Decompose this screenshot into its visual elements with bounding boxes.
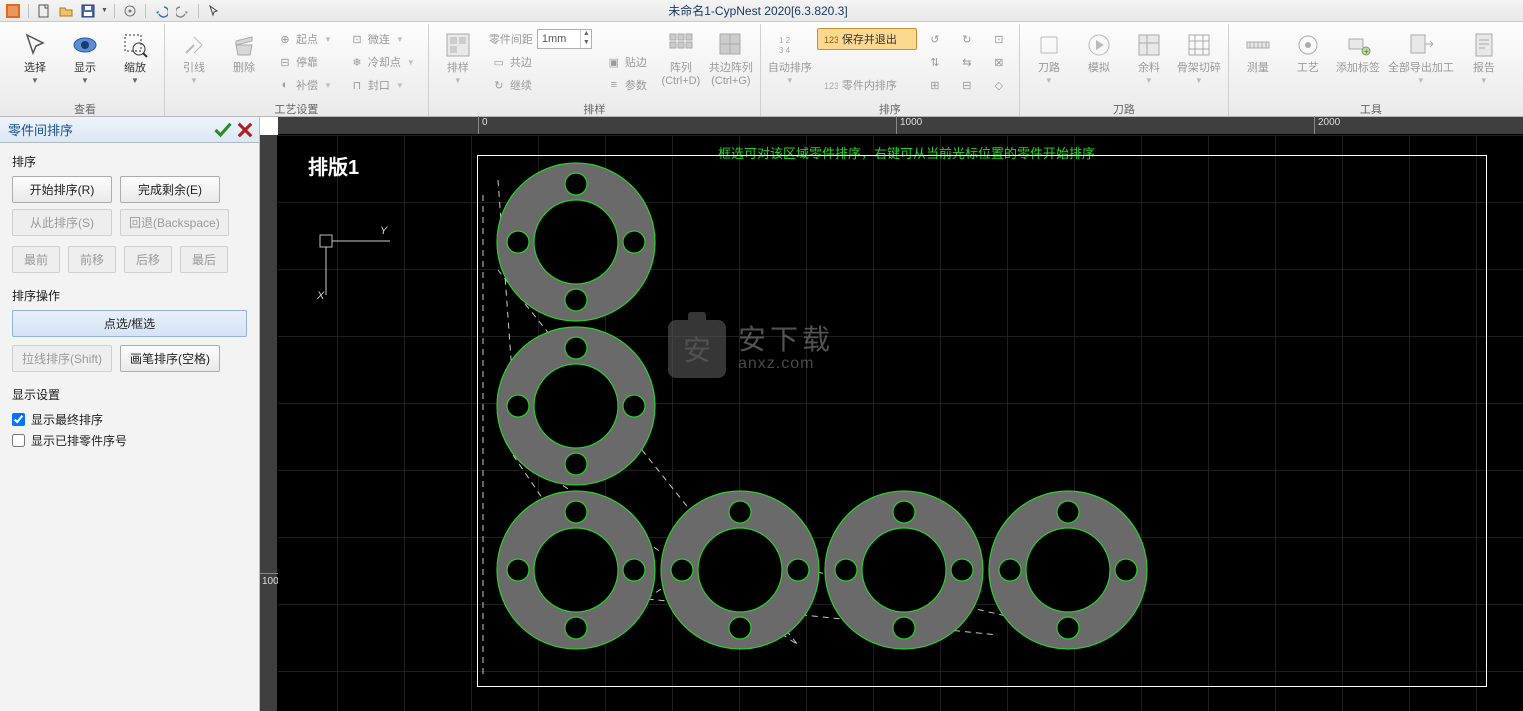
backspace-button: 回退(Backspace) <box>120 209 229 236</box>
nest-aux2: ⇅ <box>921 51 949 73</box>
confirm-icon[interactable] <box>213 120 233 140</box>
coedge-array-button: 共边阵列(Ctrl+G) <box>708 28 754 100</box>
nest-aux3: ⊞ <box>921 74 949 96</box>
auto-sort-button: 1 23 4 自动排序▼ <box>767 28 813 100</box>
undo-icon[interactable] <box>152 2 170 20</box>
panel-title: 零件间排序 <box>8 120 211 139</box>
params-button: ≡参数 <box>600 74 654 96</box>
pick-select-button[interactable]: 点选/框选 <box>12 310 247 337</box>
nest-aux9: ◇ <box>985 74 1013 96</box>
first-button: 最前 <box>12 246 60 273</box>
open-file-icon[interactable] <box>57 2 75 20</box>
seal-button: ⊓封口▼ <box>343 74 422 96</box>
remnant-button: 余料▼ <box>1126 28 1172 100</box>
part-flange[interactable] <box>495 325 657 487</box>
nest-aux1: ↺ <box>921 28 949 50</box>
continue-button: ↻继续 <box>485 74 596 96</box>
display-button[interactable]: 显示▼ <box>62 28 108 100</box>
spinner-up-icon[interactable]: ▲ <box>580 30 592 39</box>
frame-cut-button: 骨架切碎▼ <box>1176 28 1222 100</box>
sort-button: 排样▼ <box>435 28 481 100</box>
svg-text:+: + <box>1364 47 1369 56</box>
group-nest: 1 23 4 自动排序▼ 123保存并退出 123零件内排序 ↺ ⇅ ⊞ ↻ ⇆… <box>761 24 1020 116</box>
startpoint-button: ⊕起点▼ <box>271 28 339 50</box>
window-title: 未命名1-CypNest 2020[6.3.820.3] <box>223 2 1293 19</box>
addtag-button: +添加标签 <box>1335 28 1381 100</box>
part-flange[interactable] <box>659 489 821 651</box>
group-path: 刀路▼ 模拟 余料▼ 骨架切碎▼ 刀路 <box>1020 24 1229 116</box>
save-exit-button[interactable]: 123保存并退出 <box>817 28 917 50</box>
section-ops: 排序操作 <box>12 287 247 304</box>
toolpath-button: 刀路▼ <box>1026 28 1072 100</box>
part-spacing[interactable]: 零件间距 ▲▼ <box>485 28 596 50</box>
part-flange[interactable] <box>823 489 985 651</box>
inner-sort-button: 123零件内排序 <box>817 74 917 96</box>
new-file-icon[interactable] <box>35 2 53 20</box>
svg-text:123: 123 <box>824 35 838 45</box>
quick-access-toolbar: ▼ <box>0 2 223 20</box>
side-panel: 零件间排序 排序 开始排序(R) 完成剩余(E) 从此排序(S) 回退(Back… <box>0 117 260 711</box>
nest-aux4: ↻ <box>953 28 981 50</box>
show-final-checkbox[interactable]: 显示最终排序 <box>12 409 247 430</box>
svg-text:3 4: 3 4 <box>779 46 791 55</box>
group-tool: 测量 工艺 +添加标签 全部导出加工▼ 报告▼ 工具 <box>1229 24 1513 116</box>
section-sort: 排序 <box>12 153 247 170</box>
group-process: 引线▼ 删除 ⊕起点▼ ⊟停靠 ◐补偿▼ ⊡微连▼ ❄冷却点▼ ⊓封口▼ 工艺设… <box>165 24 429 116</box>
tech-button: 工艺 <box>1285 28 1331 100</box>
drawing-canvas[interactable]: 排版1 框选可对该区域零件排序，右键可从当前光标位置的零件开始排序 Y X <box>278 135 1523 711</box>
part-flange[interactable] <box>987 489 1149 651</box>
report-button: 报告▼ <box>1461 28 1507 100</box>
redo-icon[interactable] <box>174 2 192 20</box>
lead-button: 引线▼ <box>171 28 217 100</box>
cursor-icon[interactable] <box>205 2 223 20</box>
array-button: 阵列(Ctrl+D) <box>658 28 704 100</box>
next-button: 后移 <box>124 246 172 273</box>
app-icon[interactable] <box>4 2 22 20</box>
measure-button: 测量 <box>1235 28 1281 100</box>
ruler-horizontal: 0 1000 2000 <box>278 117 1523 135</box>
line-sort-button: 拉线排序(Shift) <box>12 345 112 372</box>
coedge-button: ▭共边 <box>485 51 596 73</box>
ruler-vertical: 1000 <box>260 135 278 711</box>
nest-aux7: ⊡ <box>985 28 1013 50</box>
svg-text:1 2: 1 2 <box>779 36 791 45</box>
show-ids-checkbox[interactable]: 显示已排零件序号 <box>12 430 247 451</box>
delete-button: 删除 <box>221 28 267 100</box>
nest-aux5: ⇆ <box>953 51 981 73</box>
from-here-button: 从此排序(S) <box>12 209 112 236</box>
save-icon[interactable] <box>79 2 97 20</box>
nest-aux8: ⊠ <box>985 51 1013 73</box>
section-display: 显示设置 <box>12 386 247 403</box>
brush-sort-button[interactable]: 画笔排序(空格) <box>120 345 220 372</box>
compensate-button: ◐补偿▼ <box>271 74 339 96</box>
cooling-button: ❄冷却点▼ <box>343 51 422 73</box>
simulate-button: 模拟 <box>1076 28 1122 100</box>
export-button: 全部导出加工▼ <box>1385 28 1457 100</box>
zoom-button[interactable]: 缩放▼ <box>112 28 158 100</box>
svg-text:123: 123 <box>824 81 838 91</box>
ribbon: 选择▼ 显示▼ 缩放▼ 查看 引线▼ 删除 ⊕起点▼ <box>0 22 1523 117</box>
gear-icon[interactable] <box>121 2 139 20</box>
fit-edge-button: ▣贴边 <box>600 51 654 73</box>
group-sort: 排样▼ 零件间距 ▲▼ ▭共边 ↻继续 ▣贴边 ≡参数 阵列(Ctrl+D) <box>429 24 761 116</box>
pause-button: ⊟停靠 <box>271 51 339 73</box>
last-button: 最后 <box>180 246 228 273</box>
microjoint-button: ⊡微连▼ <box>343 28 422 50</box>
close-icon[interactable] <box>235 120 255 140</box>
start-sort-button[interactable]: 开始排序(R) <box>12 176 112 203</box>
part-flange[interactable] <box>495 489 657 651</box>
prev-button: 前移 <box>68 246 116 273</box>
canvas-area: 0 1000 2000 1000 排版1 框选可对该区域零件排序，右键可从当前光… <box>260 117 1523 711</box>
select-button[interactable]: 选择▼ <box>12 28 58 100</box>
group-view: 选择▼ 显示▼ 缩放▼ 查看 <box>6 24 165 116</box>
nest-aux6: ⊟ <box>953 74 981 96</box>
spinner-down-icon[interactable]: ▼ <box>580 39 592 48</box>
part-flange[interactable] <box>495 161 657 323</box>
finish-rest-button[interactable]: 完成剩余(E) <box>120 176 220 203</box>
title-bar: ▼ 未命名1-CypNest 2020[6.3.820.3] <box>0 0 1523 22</box>
